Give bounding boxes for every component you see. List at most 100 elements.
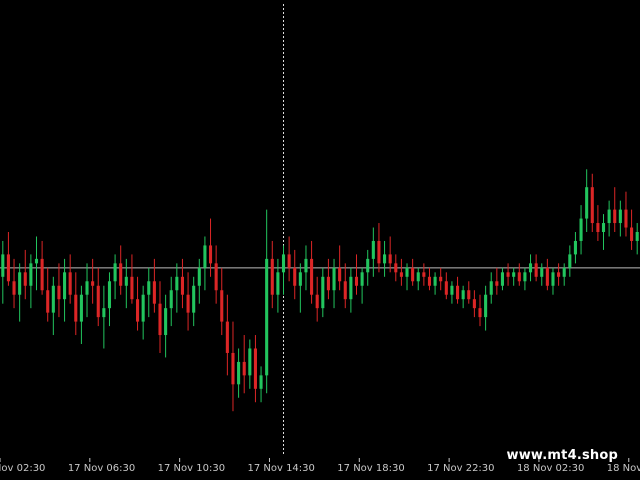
candle-body bbox=[551, 272, 555, 286]
candle-body bbox=[405, 267, 409, 277]
candle-body bbox=[478, 308, 482, 318]
candle-body bbox=[265, 258, 269, 376]
candle-body bbox=[147, 281, 151, 295]
candle-body bbox=[79, 294, 83, 322]
candle-body bbox=[281, 254, 286, 273]
candle-body bbox=[46, 290, 50, 313]
candle-body bbox=[136, 299, 140, 322]
candle-body bbox=[225, 321, 229, 353]
candle-body bbox=[416, 272, 420, 282]
candle-body bbox=[573, 240, 577, 255]
candle-body bbox=[366, 258, 370, 273]
candle-body bbox=[169, 290, 173, 309]
candle-body bbox=[23, 272, 27, 286]
candle-body bbox=[220, 290, 224, 322]
candle-body bbox=[422, 272, 426, 277]
candle-body bbox=[349, 276, 353, 300]
candle-body bbox=[293, 267, 297, 286]
candle-body bbox=[158, 303, 162, 336]
candle-body bbox=[259, 375, 263, 389]
x-axis-tick-label: 17 Nov 02:30 bbox=[0, 463, 45, 474]
candle-body bbox=[248, 348, 252, 376]
candle-body bbox=[427, 276, 432, 286]
x-axis-tick-label: 17 Nov 22:30 bbox=[427, 463, 494, 474]
candle-body bbox=[444, 281, 448, 295]
candle-body bbox=[203, 245, 207, 268]
candle-body bbox=[528, 263, 533, 273]
candle-body bbox=[96, 285, 100, 318]
candle-body bbox=[310, 258, 314, 295]
candle-body bbox=[332, 267, 336, 291]
candle-body bbox=[377, 240, 381, 264]
candle-body bbox=[545, 267, 549, 286]
candle-body bbox=[152, 281, 156, 304]
candle-body bbox=[456, 285, 460, 300]
candle-body bbox=[360, 272, 364, 286]
candle-body bbox=[635, 232, 639, 241]
candle-body bbox=[439, 276, 443, 282]
candle-body bbox=[399, 272, 403, 277]
chart-canvas: 17 Nov 02:30 17 Nov 06:30 17 Nov 10:30 17 N… bbox=[0, 4, 640, 474]
x-axis-tick-label: 17 Nov 06:30 bbox=[68, 463, 135, 474]
candle-body bbox=[467, 290, 471, 300]
candle-body bbox=[338, 267, 342, 282]
candle-body bbox=[130, 276, 134, 300]
price-chart: 17 Nov 02:30 17 Nov 06:30 17 Nov 10:30 17 N… bbox=[0, 0, 640, 480]
x-axis-tick-label: 17 Nov 10:30 bbox=[158, 463, 225, 474]
candle-body bbox=[596, 223, 600, 232]
candle-body bbox=[34, 258, 39, 264]
candle-body bbox=[12, 281, 16, 295]
candle-body bbox=[119, 263, 123, 286]
candle-body bbox=[461, 290, 465, 300]
candle-body bbox=[326, 276, 330, 291]
candle-body bbox=[517, 272, 521, 282]
candle-body bbox=[164, 308, 168, 336]
candle-body bbox=[618, 209, 622, 224]
candle-body bbox=[506, 272, 510, 277]
candle-body bbox=[102, 308, 106, 318]
candle-body bbox=[562, 267, 566, 277]
candle-body bbox=[113, 263, 117, 282]
candle-body bbox=[74, 294, 78, 322]
candle-body bbox=[540, 267, 544, 277]
x-axis-tick-label: 18 Nov 02:30 bbox=[517, 463, 584, 474]
candle-body bbox=[354, 276, 359, 286]
candle-body bbox=[495, 281, 499, 286]
candle-body bbox=[237, 361, 241, 385]
x-axis-tick-label: 17 Nov 14:30 bbox=[247, 463, 314, 474]
candle-body bbox=[315, 294, 319, 309]
candle-body bbox=[383, 254, 387, 264]
candle-body bbox=[484, 294, 488, 318]
candle-body bbox=[607, 209, 611, 224]
candle-body bbox=[18, 272, 22, 295]
x-axis-tick-label: 18 Nov 06:30 bbox=[607, 463, 640, 474]
candle-body bbox=[197, 267, 201, 286]
candle-body bbox=[253, 348, 257, 389]
candle-body bbox=[57, 285, 61, 300]
candle-body bbox=[214, 263, 218, 291]
candle-body bbox=[91, 281, 95, 286]
candle-body bbox=[630, 227, 634, 241]
candle-body bbox=[68, 272, 72, 295]
candle-body bbox=[585, 187, 589, 219]
candle-body bbox=[6, 254, 10, 282]
candle-body bbox=[523, 272, 527, 282]
candle-body bbox=[107, 281, 112, 309]
candle-body bbox=[450, 285, 454, 295]
candle-body bbox=[579, 218, 583, 241]
x-axis-tick-label: 17 Nov 18:30 bbox=[337, 463, 404, 474]
candle-body bbox=[512, 272, 516, 277]
candle-body bbox=[231, 352, 235, 385]
candle-body bbox=[489, 281, 493, 295]
watermark-text: www.mt4.shop bbox=[506, 448, 618, 463]
candle-body bbox=[242, 361, 246, 376]
candle-body bbox=[287, 254, 291, 268]
candle-body bbox=[388, 254, 392, 264]
candle-body bbox=[534, 263, 538, 277]
candle-body bbox=[175, 276, 179, 291]
candle-body bbox=[141, 294, 145, 322]
candle-body bbox=[613, 209, 617, 224]
candle-body bbox=[186, 294, 190, 313]
candle-body bbox=[298, 272, 302, 286]
candle-body bbox=[472, 299, 476, 309]
